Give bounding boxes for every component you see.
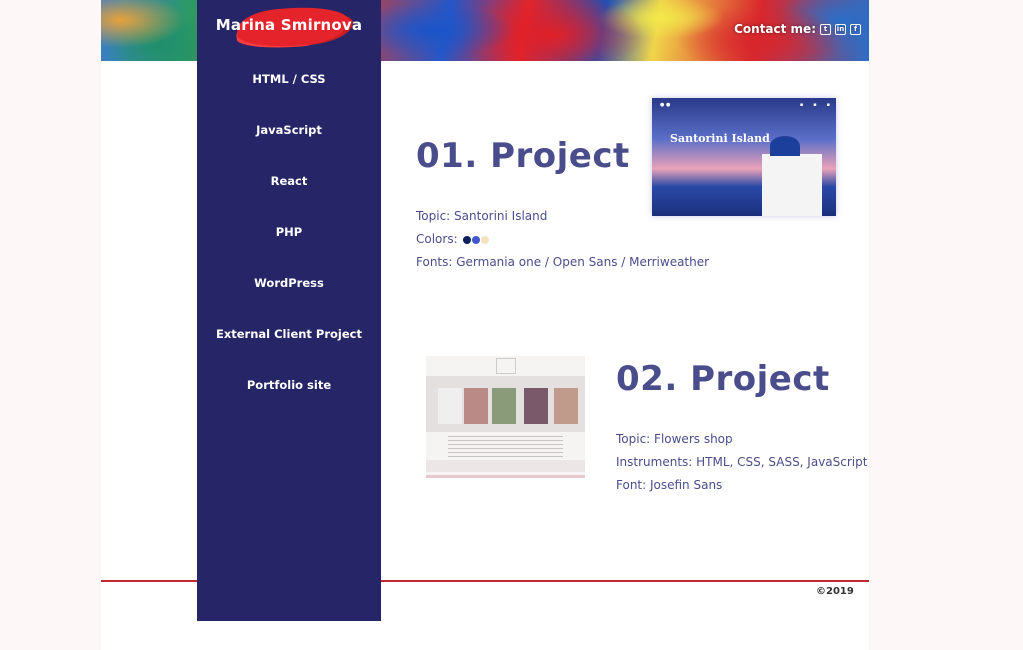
contact-links: Contact me: t in f <box>734 22 861 36</box>
project-2-instruments: Instruments: HTML, CSS, SASS, JavaScript <box>616 455 868 469</box>
thumb-photo <box>492 388 516 424</box>
thumb-nav: ▪ ▪ ▪ <box>799 102 830 108</box>
project-2-font: Font: Josefin Sans <box>616 478 723 492</box>
thumb-photo <box>524 388 548 424</box>
project-2-info: Topic: Flowers shop Instruments: HTML, C… <box>616 428 867 497</box>
project-1-title: 01. Project <box>416 136 630 176</box>
dome-shape <box>770 136 800 156</box>
project-2-title: 02. Project <box>616 359 830 399</box>
sidebar-item-html-css[interactable]: HTML / CSS <box>197 53 381 104</box>
sidebar-item-external-client[interactable]: External Client Project <box>197 308 381 359</box>
thumb-photo <box>464 388 488 424</box>
church-shape <box>762 154 822 216</box>
color-swatch-3 <box>481 235 490 244</box>
brand-name[interactable]: Marina Smirnova <box>216 16 362 34</box>
copyright: ©2019 <box>816 586 854 597</box>
thumb-photo <box>438 388 462 424</box>
sidebar-nav: HTML / CSS JavaScript React PHP WordPres… <box>197 53 381 410</box>
project-1-fonts: Fonts: Germania one / Open Sans / Merriw… <box>416 255 710 269</box>
colors-label: Colors: <box>416 232 458 246</box>
thumb-logo: ● ● <box>660 102 671 108</box>
facebook-icon[interactable]: f <box>850 23 861 35</box>
sidebar-item-javascript[interactable]: JavaScript <box>197 104 381 155</box>
sidebar: Marina Smirnova HTML / CSS JavaScript Re… <box>197 0 381 621</box>
thumb-photo <box>554 388 578 424</box>
linkedin-icon[interactable]: in <box>835 23 846 35</box>
thumb-footer <box>426 460 585 472</box>
thumb-title: Santorini Island <box>670 132 770 145</box>
sidebar-item-portfolio[interactable]: Portfolio site <box>197 359 381 410</box>
project-2-topic: Topic: Flowers shop <box>616 432 733 446</box>
contact-label: Contact me: <box>734 22 816 36</box>
thumb-text <box>448 436 563 460</box>
color-swatch-1 <box>463 235 472 244</box>
color-swatches <box>463 235 490 244</box>
sidebar-item-react[interactable]: React <box>197 155 381 206</box>
color-swatch-2 <box>472 235 481 244</box>
twitter-icon[interactable]: t <box>820 23 831 35</box>
project-1-thumbnail[interactable]: ● ● ▪ ▪ ▪ Santorini Island <box>652 98 836 216</box>
brand[interactable]: Marina Smirnova <box>197 0 381 50</box>
sidebar-item-php[interactable]: PHP <box>197 206 381 257</box>
sidebar-item-wordpress[interactable]: WordPress <box>197 257 381 308</box>
thumb-logo <box>496 358 516 374</box>
project-2-thumbnail[interactable] <box>426 356 585 478</box>
project-1-colors: Colors: <box>416 228 709 251</box>
